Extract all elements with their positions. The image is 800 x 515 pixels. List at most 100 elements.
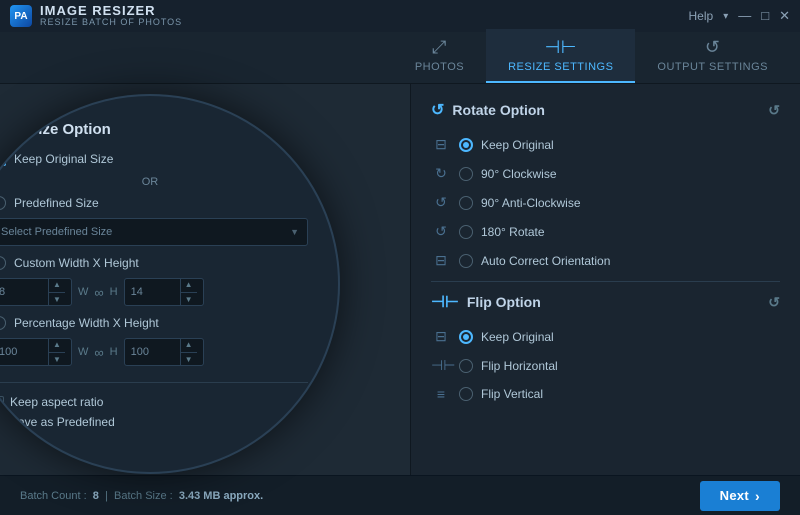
resize-option-title: ◀ Resize Option <box>0 121 308 138</box>
pct-height-up-btn[interactable]: ▲ <box>181 338 197 353</box>
height-spinner[interactable]: ▲ ▼ <box>180 278 197 306</box>
pct-width-down-btn[interactable]: ▼ <box>49 353 65 367</box>
save-predefined-label: Save as Predefined <box>10 415 115 429</box>
height-up-btn[interactable]: ▲ <box>181 278 197 293</box>
next-button[interactable]: Next › <box>700 481 780 511</box>
flip-v-icon: ≡ <box>431 386 451 402</box>
custom-height-input[interactable]: 14 ▲ ▼ <box>124 278 204 306</box>
flip-h-icon: ⊣⊢ <box>431 357 451 374</box>
rotate-180-label: 180° Rotate <box>481 225 545 239</box>
pct-width-up-btn[interactable]: ▲ <box>49 338 65 353</box>
flip-keep-row[interactable]: ⊟ Keep Original <box>431 326 780 347</box>
custom-height-value: 14 <box>131 286 180 298</box>
keep-original-label: Keep Original Size <box>14 152 113 166</box>
titlebar-left: PA IMAGE RESIZER RESIZE BATCH OF PHOTOS <box>10 4 182 28</box>
height-down-btn[interactable]: ▼ <box>181 293 197 307</box>
main-content: ◀ Resize Option ✓ Keep Original Size OR … <box>0 84 800 475</box>
pct-width-spinner[interactable]: ▲ ▼ <box>48 338 65 366</box>
predefined-size-row[interactable]: Predefined Size <box>0 196 308 210</box>
percentage-size-inputs: 100 ▲ ▼ W ∞ H 100 ▲ ▼ <box>0 338 308 366</box>
save-predefined-checkbox[interactable] <box>0 416 4 428</box>
pct-height-down-btn[interactable]: ▼ <box>181 353 197 367</box>
titlebar: PA IMAGE RESIZER RESIZE BATCH OF PHOTOS … <box>0 0 800 32</box>
next-button-label: Next <box>720 488 749 503</box>
aspect-ratio-checkbox[interactable] <box>0 396 4 408</box>
rotate-ccw-radio[interactable] <box>459 196 473 210</box>
predefined-label: Predefined Size <box>14 196 99 210</box>
rotate-keep-radio[interactable] <box>459 138 473 152</box>
flip-keep-radio[interactable] <box>459 330 473 344</box>
divider <box>0 382 308 383</box>
custom-width-input[interactable]: 8 ▲ ▼ <box>0 278 72 306</box>
rotate-cw-radio[interactable] <box>459 167 473 181</box>
batch-info: Batch Count : 8 | Batch Size : 3.43 MB a… <box>20 490 263 502</box>
batch-size-value: 3.43 MB approx. <box>179 490 263 502</box>
tab-output-settings[interactable]: ↺ OUTPUT SETTINGS <box>635 29 790 83</box>
flip-section-title: Flip Option <box>467 294 541 310</box>
width-up-btn[interactable]: ▲ <box>49 278 65 293</box>
app-logo-text: PA <box>14 11 27 22</box>
predefined-radio[interactable] <box>0 196 6 210</box>
pct-height-input[interactable]: 100 ▲ ▼ <box>124 338 204 366</box>
rotate-section-title: Rotate Option <box>452 102 545 118</box>
right-panel: ↺ Rotate Option ↺ ⊟ Keep Original ↻ 90° … <box>410 84 800 475</box>
tab-output-label: OUTPUT SETTINGS <box>657 61 768 73</box>
resize-options-panel: ◀ Resize Option ✓ Keep Original Size OR … <box>0 94 340 474</box>
minimize-button[interactable]: — <box>738 8 751 24</box>
resize-tab-icon: ⊣⊢ <box>545 37 577 58</box>
flip-reset-button[interactable]: ↺ <box>768 294 780 311</box>
flip-keep-label: Keep Original <box>481 330 554 344</box>
rotate-ccw-icon: ↺ <box>431 194 451 211</box>
pct-height-spinner[interactable]: ▲ ▼ <box>180 338 197 366</box>
predefined-size-select[interactable]: Select Predefined Size ▼ <box>0 218 308 246</box>
pct-width-value: 100 <box>0 346 48 358</box>
percentage-label: Percentage Width X Height <box>14 316 159 330</box>
rotate-keep-original-row[interactable]: ⊟ Keep Original <box>431 134 780 155</box>
flip-h-radio[interactable] <box>459 359 473 373</box>
custom-size-row[interactable]: Custom Width X Height <box>0 256 308 270</box>
rotate-reset-button[interactable]: ↺ <box>768 102 780 119</box>
rotate-cw-row[interactable]: ↻ 90° Clockwise <box>431 163 780 184</box>
save-predefined-row[interactable]: Save as Predefined <box>0 415 308 429</box>
custom-width-value: 8 <box>0 286 48 298</box>
aspect-ratio-label: Keep aspect ratio <box>10 395 103 409</box>
flip-horizontal-row[interactable]: ⊣⊢ Flip Horizontal <box>431 355 780 376</box>
tab-photos-label: PHOTOS <box>415 61 464 73</box>
keep-original-checkbox[interactable]: ✓ <box>0 152 6 166</box>
width-down-btn[interactable]: ▼ <box>49 293 65 307</box>
rotate-ccw-row[interactable]: ↺ 90° Anti-Clockwise <box>431 192 780 213</box>
left-panel: ◀ Resize Option ✓ Keep Original Size OR … <box>0 84 410 475</box>
flip-section-header: ⊣⊢ Flip Option ↺ <box>431 292 780 312</box>
rotate-180-radio[interactable] <box>459 225 473 239</box>
custom-radio[interactable] <box>0 256 6 270</box>
rotate-auto-row[interactable]: ⊟ Auto Correct Orientation <box>431 250 780 271</box>
photos-tab-icon: ⤢ <box>432 37 447 58</box>
maximize-button[interactable]: □ <box>761 8 769 24</box>
rotate-auto-icon: ⊟ <box>431 252 451 269</box>
percentage-radio[interactable] <box>0 316 6 330</box>
keep-original-size-row[interactable]: ✓ Keep Original Size <box>0 152 308 166</box>
flip-vertical-row[interactable]: ≡ Flip Vertical <box>431 384 780 404</box>
tab-resize-settings[interactable]: ⊣⊢ RESIZE SETTINGS <box>486 29 635 83</box>
width-spinner[interactable]: ▲ ▼ <box>48 278 65 306</box>
flip-keep-icon: ⊟ <box>431 328 451 345</box>
rotate-ccw-label: 90° Anti-Clockwise <box>481 196 581 210</box>
tab-photos[interactable]: ⤢ PHOTOS <box>393 29 486 83</box>
rotate-180-row[interactable]: ↺ 180° Rotate <box>431 221 780 242</box>
batch-count-value: 8 <box>93 490 99 502</box>
percentage-size-row[interactable]: Percentage Width X Height <box>0 316 308 330</box>
dropdown-arrow-icon: ▼ <box>290 227 299 237</box>
next-arrow-icon: › <box>755 488 760 504</box>
predefined-placeholder: Select Predefined Size <box>1 226 112 238</box>
checkmark-icon: ✓ <box>0 154 3 165</box>
rotate-auto-radio[interactable] <box>459 254 473 268</box>
batch-separator: | <box>105 490 108 502</box>
help-button[interactable]: Help <box>689 9 714 23</box>
pct-width-input[interactable]: 100 ▲ ▼ <box>0 338 72 366</box>
link-icon: ∞ <box>94 285 103 300</box>
app-title: IMAGE RESIZER RESIZE BATCH OF PHOTOS <box>40 4 182 28</box>
flip-section-icon: ⊣⊢ <box>431 292 459 312</box>
aspect-ratio-row[interactable]: Keep aspect ratio <box>0 395 308 409</box>
close-button[interactable]: ✕ <box>779 8 790 24</box>
flip-v-radio[interactable] <box>459 387 473 401</box>
